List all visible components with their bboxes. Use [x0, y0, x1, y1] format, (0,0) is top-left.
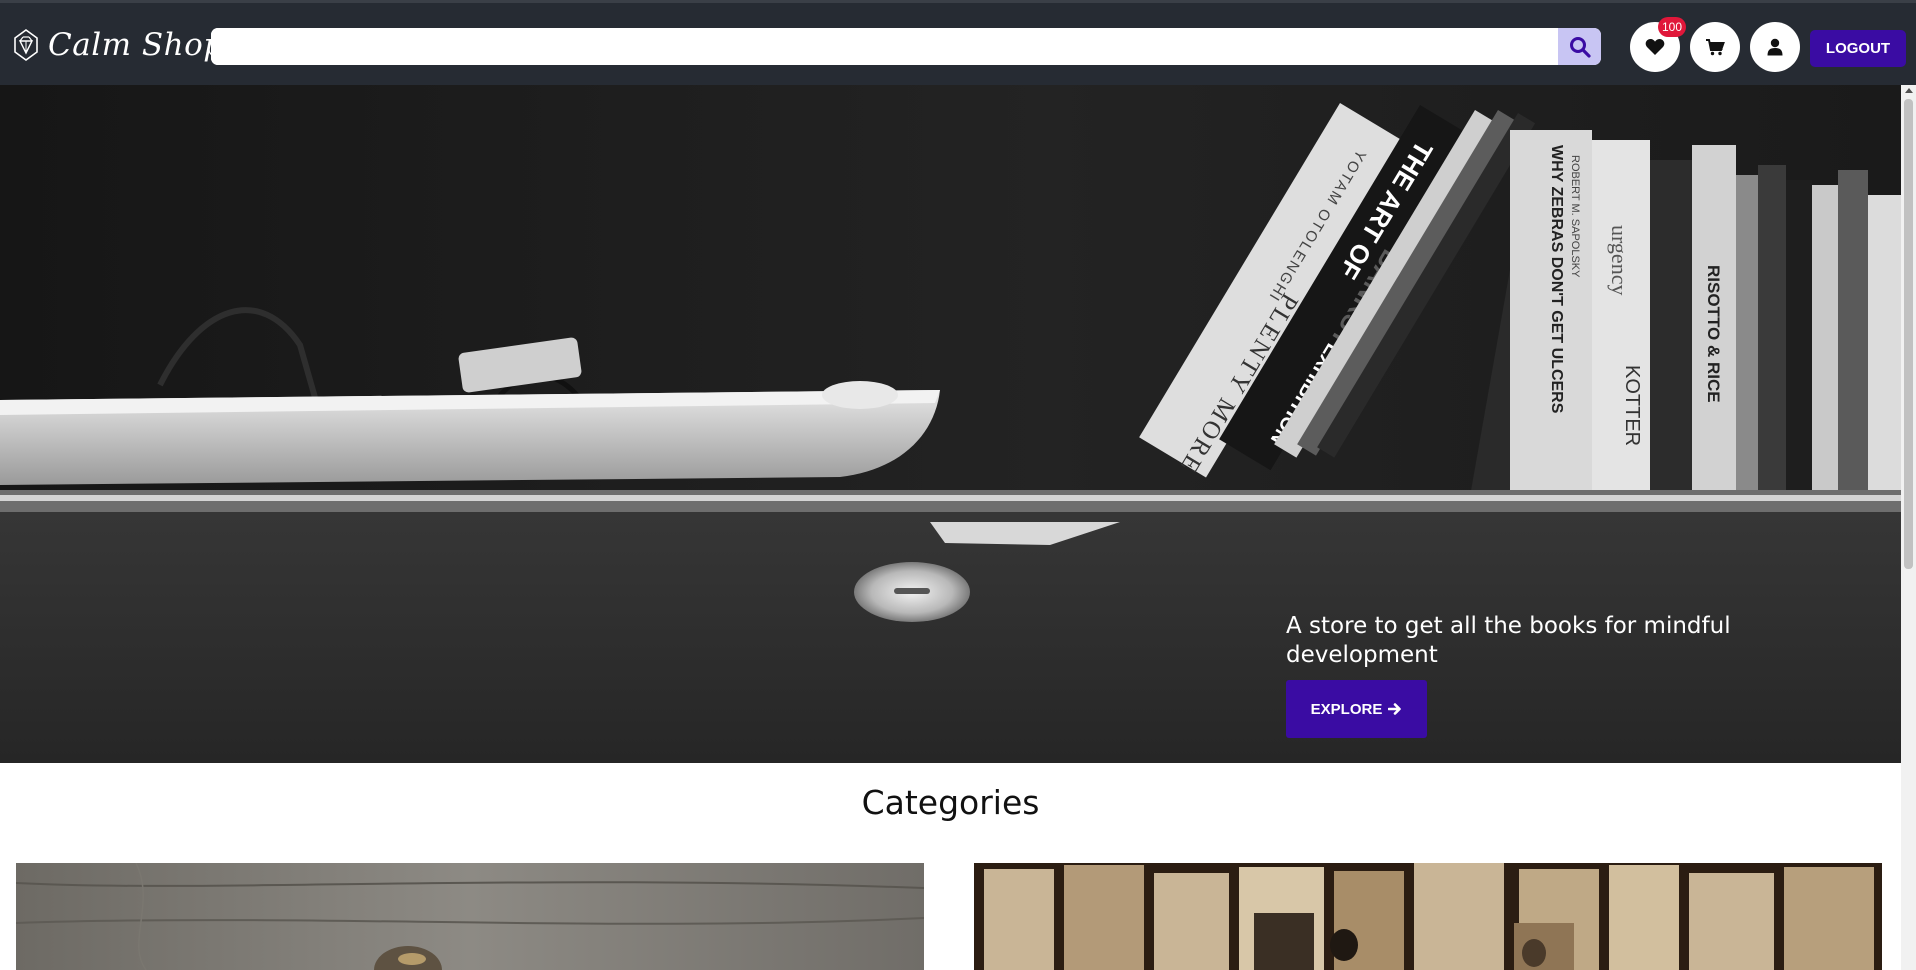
hero-banner: YOTAM OTOLENGHI PLENTY MORE THE ART OF B…: [0, 85, 1901, 763]
category-card[interactable]: [974, 863, 1882, 970]
user-icon: [1767, 38, 1783, 56]
category-image: [974, 863, 1882, 970]
category-card[interactable]: [16, 863, 924, 970]
account-button[interactable]: [1750, 22, 1800, 72]
logout-button[interactable]: LOGOUT: [1810, 30, 1906, 67]
explore-label: EXPLORE: [1310, 700, 1383, 718]
categories-heading: Categories: [861, 783, 1040, 822]
logo[interactable]: Calm Shop: [12, 27, 224, 63]
book-spine-zebras: WHY ZEBRAS DON'T GET ULCERS: [1548, 145, 1565, 414]
scroll-thumb[interactable]: [1904, 99, 1913, 569]
explore-button[interactable]: EXPLORE: [1286, 680, 1427, 738]
category-image: [16, 863, 924, 970]
book-spine-urgency: urgency: [1607, 225, 1632, 295]
search-button[interactable]: [1558, 28, 1601, 65]
book-spine-risotto: RISOTTO & RICE: [1704, 265, 1723, 403]
search-input[interactable]: [211, 28, 1558, 65]
logo-text: Calm Shop: [48, 27, 224, 63]
book-spine-kotter: KOTTER: [1621, 365, 1643, 446]
wishlist-count-badge: 100: [1658, 17, 1687, 37]
hero-tagline: A store to get all the books for mindful…: [1286, 613, 1731, 668]
heart-icon: [1645, 39, 1665, 55]
search-icon: [1569, 36, 1591, 58]
search-bar: [211, 28, 1601, 65]
diamond-icon: [14, 29, 38, 61]
arrow-right-icon: [1388, 703, 1402, 715]
navbar: Calm Shop 100 LOGOUT: [0, 0, 1916, 85]
cart-icon: [1706, 39, 1725, 56]
book-spine-sapolsky: ROBERT M. SAPOLSKY: [1569, 155, 1581, 278]
page-scrollbar[interactable]: [1901, 85, 1916, 970]
cart-button[interactable]: [1690, 22, 1740, 72]
scroll-up-icon[interactable]: [1905, 88, 1913, 93]
